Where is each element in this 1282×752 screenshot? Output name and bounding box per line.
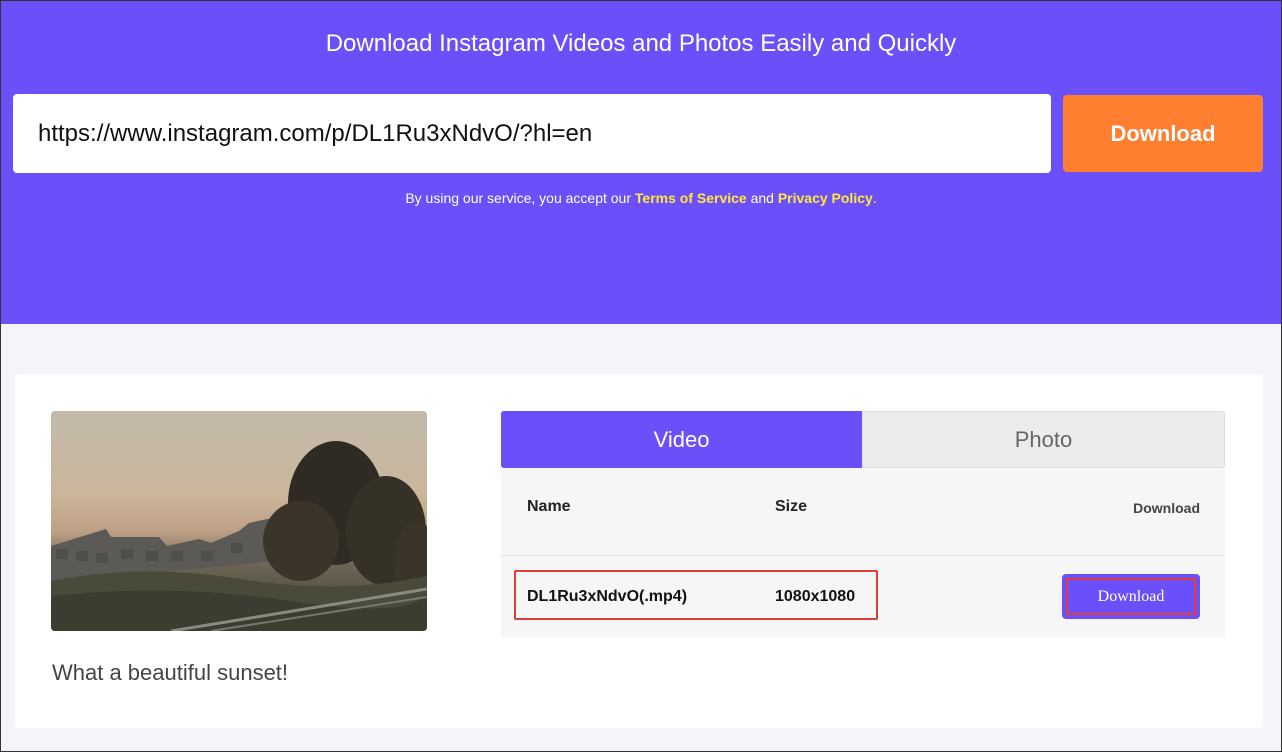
post-caption: What a beautiful sunset! [52,660,289,685]
file-size: 1080x1080 [775,588,856,605]
row-download-button[interactable]: Download [1062,574,1200,619]
terms-prefix: By using our service, you accept our [405,190,635,206]
column-header-size: Size [775,498,808,515]
thumbnail-image [51,411,427,631]
column-header-name: Name [527,498,571,515]
terms-and: and [746,190,778,206]
url-input[interactable] [13,94,1051,173]
column-header-download: Download [1133,500,1200,516]
media-tabs: Video Photo [501,411,1225,468]
terms-suffix: . [872,190,877,206]
tab-photo[interactable]: Photo [862,411,1225,468]
privacy-policy-link[interactable]: Privacy Policy [778,190,873,206]
file-name: DL1Ru3xNdvO(.mp4) [527,588,688,605]
tab-video[interactable]: Video [501,411,862,468]
download-table: Name Size Download DL1Ru3xNdvO(.mp4) 108… [501,468,1225,637]
page-title: Download Instagram Videos and Photos Eas… [325,30,957,57]
download-button[interactable]: Download [1063,95,1263,172]
hero-banner: Download Instagram Videos and Photos Eas… [1,1,1281,324]
sunset-photo-icon [51,441,427,631]
row-divider [501,555,1225,556]
result-card: What a beautiful sunset! Video Photo Nam… [15,374,1263,728]
terms-of-service-link[interactable]: Terms of Service [635,190,747,206]
row-download-label: Download [1066,578,1196,615]
terms-notice: By using our service, you accept our Ter… [1,189,1281,207]
